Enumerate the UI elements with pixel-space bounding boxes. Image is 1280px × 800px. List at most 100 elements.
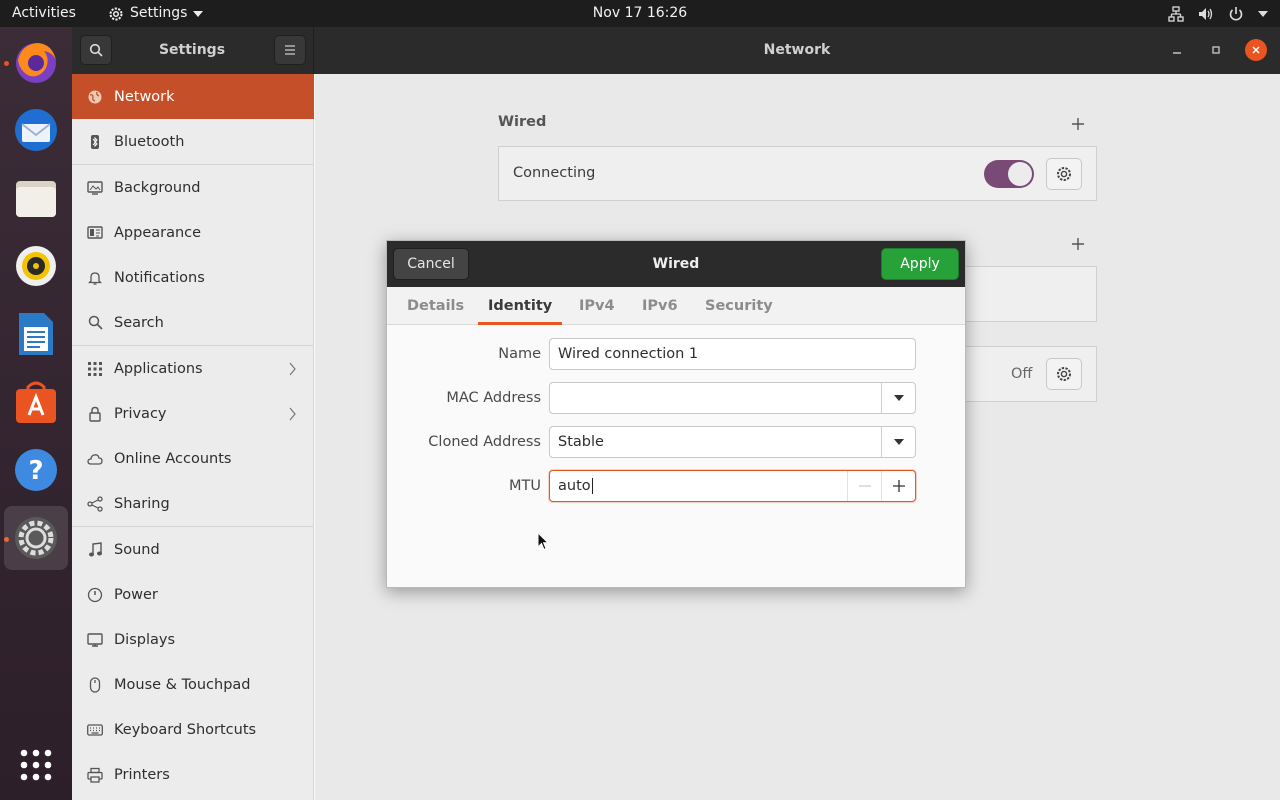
sidebar-item-label: Notifications	[114, 269, 205, 286]
sidebar-item-applications[interactable]: Applications	[72, 346, 314, 391]
mtu-label: MTU	[509, 478, 541, 494]
gear-icon	[1057, 167, 1071, 181]
apply-button[interactable]: Apply	[881, 248, 959, 280]
sidebar-title: Settings	[158, 42, 226, 58]
cloned-dropdown-button[interactable]	[881, 427, 915, 457]
sidebar-item-label: Privacy	[114, 405, 167, 422]
connection-status: Connecting	[513, 165, 596, 181]
bell-icon	[86, 269, 104, 287]
mtu-spinbutton[interactable]: auto	[549, 470, 916, 502]
sidebar-item-sound[interactable]: Sound	[72, 527, 314, 572]
text-caret	[591, 478, 593, 494]
volume-icon	[1199, 7, 1213, 20]
search-button[interactable]	[80, 35, 112, 65]
sidebar-item-search[interactable]: Search	[72, 300, 314, 345]
sidebar-item-displays[interactable]: Displays	[72, 617, 314, 662]
lock-icon	[86, 405, 104, 423]
dock-libreoffice-writer[interactable]	[4, 302, 68, 366]
dialog-tabs: Details Identity IPv4 IPv6 Security	[387, 287, 965, 325]
sidebar-item-label: Power	[114, 586, 158, 603]
sidebar-item-printers[interactable]: Printers	[72, 752, 314, 797]
keyboard-icon	[86, 721, 104, 739]
sidebar-item-label: Keyboard Shortcuts	[114, 721, 257, 738]
sidebar-item-label: Bluetooth	[114, 133, 185, 150]
clock[interactable]: Nov 17 16:26	[593, 5, 687, 21]
wired-dialog: Cancel Wired Apply Details Identity IPv4…	[386, 240, 966, 588]
sidebar-item-sharing[interactable]: Sharing	[72, 481, 314, 526]
close-button[interactable]	[1245, 39, 1267, 61]
mtu-increment-button[interactable]	[881, 471, 915, 501]
sidebar-item-label: Mouse & Touchpad	[114, 676, 251, 693]
mac-address-combo[interactable]	[549, 382, 916, 414]
dock-firefox[interactable]	[4, 30, 68, 94]
sidebar-item-mouse-touchpad[interactable]: Mouse & Touchpad	[72, 662, 314, 707]
dock-help[interactable]: ?	[4, 438, 68, 502]
sidebar-item-appearance[interactable]: Appearance	[72, 210, 314, 255]
dock-files[interactable]	[4, 166, 68, 230]
sidebar-item-bluetooth[interactable]: Bluetooth	[72, 119, 314, 164]
wired-settings-button[interactable]	[1046, 158, 1082, 190]
system-tray[interactable]	[1168, 0, 1268, 27]
minimize-button[interactable]	[1166, 39, 1188, 61]
name-field[interactable]: Wired connection 1	[549, 338, 916, 370]
mouse-pointer-icon	[537, 532, 549, 551]
sidebar-item-label: Background	[114, 179, 201, 196]
dock-thunderbird[interactable]	[4, 98, 68, 162]
menu-button[interactable]	[274, 35, 306, 65]
tab-ipv6[interactable]: IPv6	[632, 287, 688, 325]
sidebar: Network Bluetooth Background Appearance …	[72, 74, 314, 800]
share-icon	[86, 495, 104, 513]
dock-settings[interactable]	[4, 506, 68, 570]
dock-show-applications[interactable]	[4, 733, 68, 797]
proxy-status: Off	[1011, 366, 1033, 382]
plus-icon	[1072, 238, 1084, 250]
wired-connection-row: Connecting	[498, 146, 1097, 201]
writer-document-icon	[19, 313, 53, 355]
network-wired-icon	[1168, 5, 1184, 22]
dialog-header: Cancel Wired Apply	[387, 241, 965, 287]
sidebar-item-label: Sound	[114, 541, 160, 558]
tab-ipv4[interactable]: IPv4	[569, 287, 625, 325]
dock-rhythmbox[interactable]	[4, 234, 68, 298]
tab-details[interactable]: Details	[397, 287, 474, 325]
bluetooth-icon	[86, 133, 104, 151]
window-headerbar: Settings Network	[72, 27, 1280, 74]
page-title: Network	[763, 42, 831, 58]
cancel-button[interactable]: Cancel	[393, 248, 469, 280]
globe-icon	[86, 88, 104, 106]
sidebar-item-network[interactable]: Network	[72, 74, 314, 119]
printer-icon	[86, 766, 104, 784]
sidebar-item-online-accounts[interactable]: Online Accounts	[72, 436, 314, 481]
sidebar-item-privacy[interactable]: Privacy	[72, 391, 314, 436]
add-wired-button[interactable]	[1072, 111, 1084, 135]
tab-security[interactable]: Security	[695, 287, 783, 325]
wired-toggle-switch[interactable]	[984, 160, 1034, 188]
activities-button[interactable]: Activities	[12, 0, 76, 27]
tab-identity[interactable]: Identity	[478, 287, 563, 325]
sidebar-item-power[interactable]: Power	[72, 572, 314, 617]
power-icon	[86, 586, 104, 604]
sidebar-item-label: Displays	[114, 631, 176, 648]
app-menu[interactable]: Settings	[108, 0, 204, 27]
chevron-down-icon	[893, 395, 904, 401]
music-note-icon	[86, 541, 104, 559]
add-vpn-button[interactable]	[1072, 231, 1084, 255]
sidebar-item-keyboard-shortcuts[interactable]: Keyboard Shortcuts	[72, 707, 314, 752]
cloned-address-label: Cloned Address	[428, 434, 541, 450]
dialog-title: Wired	[652, 256, 700, 272]
appearance-icon	[86, 224, 104, 242]
sidebar-item-background[interactable]: Background	[72, 165, 314, 210]
mtu-decrement-button[interactable]	[847, 471, 881, 501]
proxy-settings-button[interactable]	[1046, 358, 1082, 390]
dock-ubuntu-software[interactable]	[4, 370, 68, 434]
mac-dropdown-button[interactable]	[881, 383, 915, 413]
cloned-address-combo[interactable]: Stable	[549, 426, 916, 458]
maximize-button[interactable]	[1205, 39, 1227, 61]
monitor-icon	[86, 179, 104, 197]
sidebar-item-label: Applications	[114, 360, 203, 377]
search-icon	[86, 314, 104, 332]
grid-icon	[86, 360, 104, 378]
software-bag-icon	[16, 381, 56, 423]
sidebar-item-notifications[interactable]: Notifications	[72, 255, 314, 300]
app-grid-icon	[20, 749, 52, 781]
